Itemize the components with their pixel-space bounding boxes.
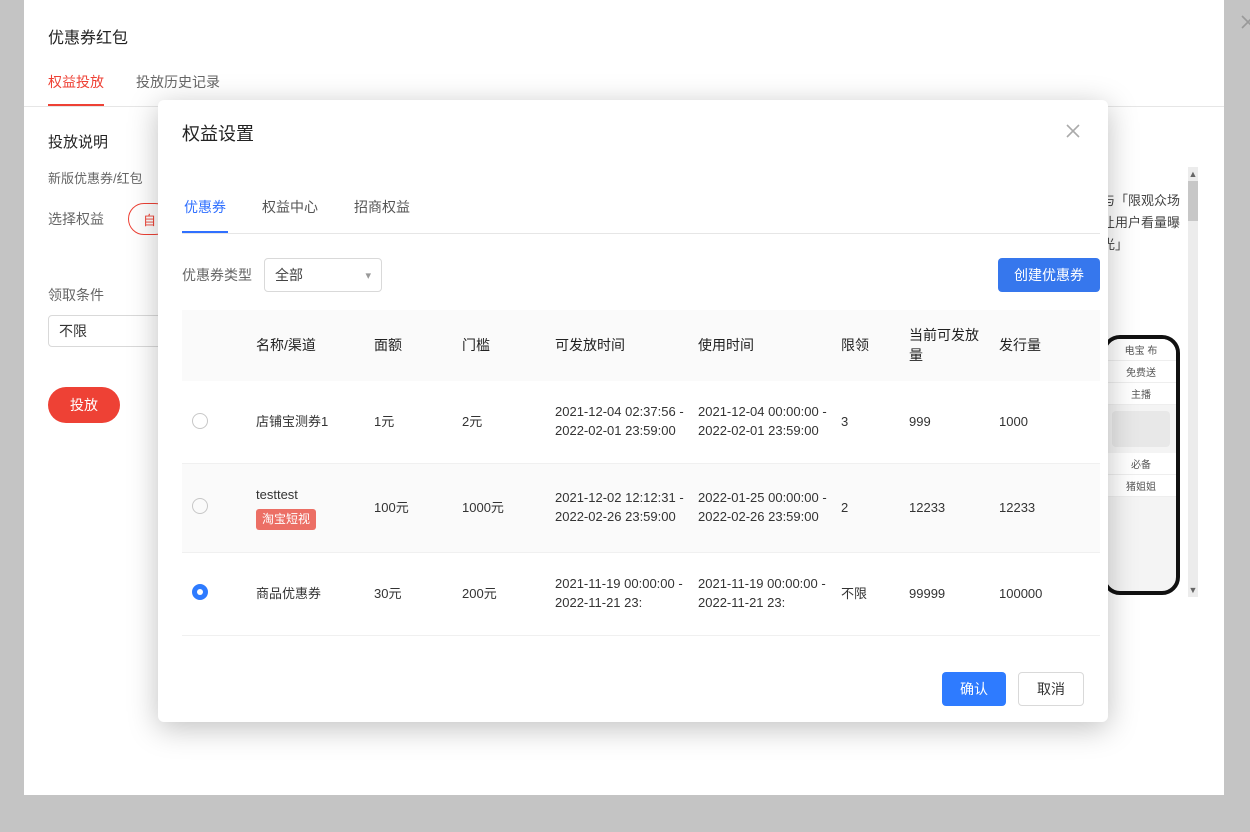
cell-limit: 3 [841, 413, 901, 432]
phone-strip: 主播 [1106, 383, 1176, 405]
coupon-type-value: 全部 [275, 265, 303, 285]
cell-name: testtest淘宝短视 [256, 486, 366, 530]
row-radio[interactable] [192, 584, 208, 600]
scroll-down-icon[interactable]: ▼ [1188, 583, 1198, 597]
create-coupon-button[interactable]: 创建优惠券 [998, 258, 1100, 292]
col-use-time: 使用时间 [698, 336, 833, 356]
tab-merchant-benefit[interactable]: 招商权益 [352, 185, 412, 233]
col-amount: 面额 [374, 336, 454, 356]
cell-limit: 不限 [841, 585, 901, 604]
cell-amount: 30元 [374, 585, 454, 604]
cell-total: 12233 [999, 499, 1069, 518]
cell-total: 100000 [999, 585, 1069, 604]
cell-limit: 2 [841, 499, 901, 518]
select-benefit-label: 选择权益 [48, 209, 112, 229]
cell-available: 999 [909, 413, 991, 432]
cell-amount: 1元 [374, 413, 454, 432]
phone-strip: 免费送 [1106, 361, 1176, 383]
scroll-thumb[interactable] [1188, 181, 1198, 221]
coupon-type-label: 优惠券类型 [182, 265, 252, 285]
col-limit: 限领 [841, 336, 901, 356]
phone-strip: 必备 [1106, 453, 1176, 475]
cell-amount: 100元 [374, 499, 454, 518]
claim-condition-label: 领取条件 [48, 285, 112, 305]
tab-distribute[interactable]: 权益投放 [48, 64, 104, 106]
phone-preview: 电宝 布 免费送 主播 必备 猪姐姐 [1102, 335, 1180, 595]
cell-name: 商品优惠券 [256, 585, 366, 604]
row-radio[interactable] [192, 498, 208, 514]
cell-use-time: 2022-01-25 00:00:00 - 2022-02-26 23:59:0… [698, 489, 833, 527]
cell-dist-time: 2021-12-02 12:12:31 - 2022-02-26 23:59:0… [555, 489, 690, 527]
table-row[interactable]: 商品优惠券 30元 200元 2021-11-19 00:00:00 - 2022-1… [182, 553, 1100, 636]
modal-tabs: 优惠券 权益中心 招商权益 [182, 185, 1100, 234]
submit-button[interactable]: 投放 [48, 387, 120, 423]
cell-available: 99999 [909, 585, 991, 604]
cell-use-time: 2021-11-19 00:00:00 - 2022-11-21 23: [698, 575, 833, 613]
cell-dist-time: 2021-12-04 02:37:56 - 2022-02-01 23:59:0… [555, 403, 690, 441]
outer-scrollbar[interactable]: ▲ ▼ [1188, 167, 1198, 597]
col-name: 名称/渠道 [256, 336, 366, 356]
col-dist-time: 可发放时间 [555, 336, 690, 356]
cell-dist-time: 2021-11-19 00:00:00 - 2022-11-21 23: [555, 575, 690, 613]
row-radio[interactable] [192, 413, 208, 429]
modal-scroll-area[interactable]: 优惠券 权益中心 招商权益 优惠券类型 全部 ▾ 创建优惠券 名称/渠道 面额 … [182, 159, 1100, 660]
phone-strip: 电宝 布 [1106, 339, 1176, 361]
coupon-type-select[interactable]: 全部 ▾ [264, 258, 382, 292]
drawer-close-icon[interactable] [1236, 10, 1250, 34]
cell-threshold: 1000元 [462, 499, 547, 518]
confirm-button[interactable]: 确认 [942, 672, 1006, 706]
tab-coupon[interactable]: 优惠券 [182, 185, 228, 233]
drawer-title: 优惠券红包 [24, 0, 1224, 64]
benefit-settings-modal: 权益设置 优惠券 权益中心 招商权益 优惠券类型 全部 ▾ 创建优惠券 [158, 100, 1108, 722]
table-row[interactable]: testtest淘宝短视 100元 1000元 2021-12-02 12:12:31… [182, 464, 1100, 553]
modal-close-icon[interactable] [1062, 118, 1084, 147]
cell-name: 店铺宝测券1 [256, 413, 366, 432]
phone-strip: 猪姐姐 [1106, 475, 1176, 497]
cell-total: 1000 [999, 413, 1069, 432]
modal-title: 权益设置 [182, 120, 1062, 146]
col-total: 发行量 [999, 336, 1069, 356]
table-row[interactable]: 店铺宝测券1 1元 2元 2021-12-04 02:37:56 - 2022-02-… [182, 381, 1100, 464]
col-threshold: 门槛 [462, 336, 547, 356]
channel-tag: 淘宝短视 [256, 509, 316, 530]
claim-condition-value: 不限 [59, 321, 87, 341]
table-header: 名称/渠道 面额 门槛 可发放时间 使用时间 限领 当前可发放量 发行量 [182, 310, 1100, 381]
scroll-up-icon[interactable]: ▲ [1188, 167, 1198, 181]
cell-threshold: 2元 [462, 413, 547, 432]
cell-available: 12233 [909, 499, 991, 518]
col-available: 当前可发放量 [909, 326, 991, 365]
chevron-down-icon: ▾ [365, 269, 371, 282]
tab-benefit-center[interactable]: 权益中心 [260, 185, 320, 233]
side-note: 与「限观众场让用户看量曝光」 [1102, 190, 1188, 256]
cell-use-time: 2021-12-04 00:00:00 - 2022-02-01 23:59:0… [698, 403, 833, 441]
phone-block [1112, 411, 1170, 447]
cell-threshold: 200元 [462, 585, 547, 604]
cancel-button[interactable]: 取消 [1018, 672, 1084, 706]
